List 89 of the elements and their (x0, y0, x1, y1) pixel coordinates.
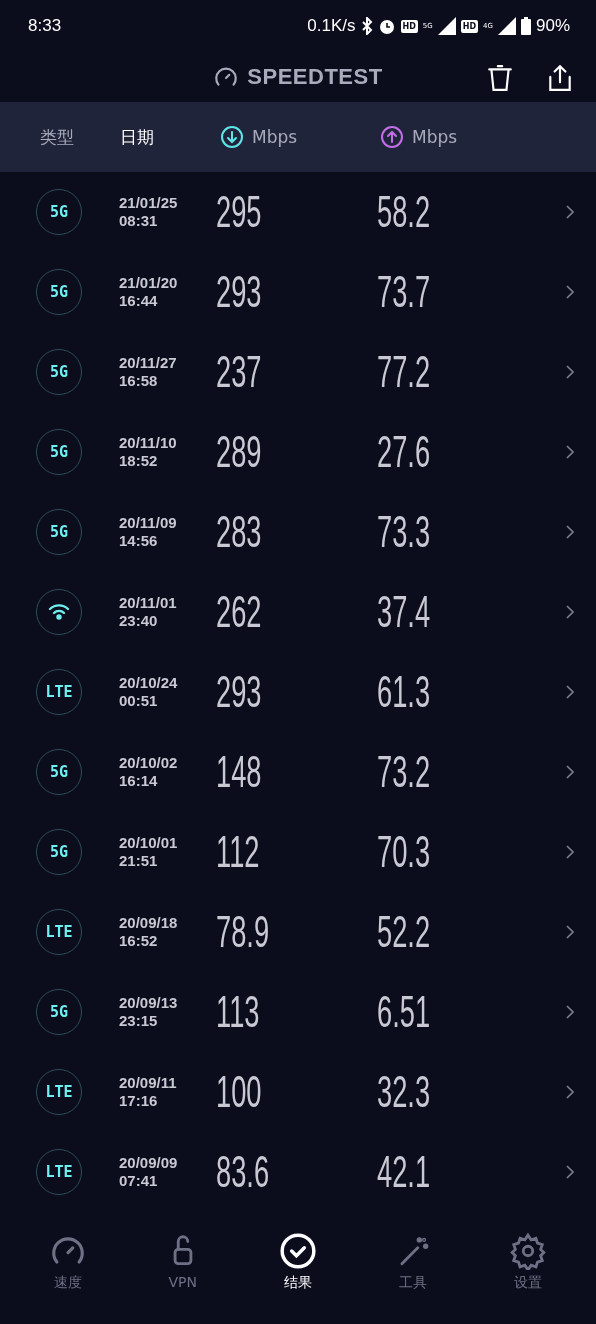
hd-badge: HD (400, 19, 418, 33)
test-time: 00:51 (119, 692, 159, 710)
test-time: 23:15 (119, 1012, 159, 1030)
test-date: 20/11/09 (119, 514, 178, 532)
upload-speed: 32.3 (377, 1067, 432, 1117)
download-speed: 293 (216, 667, 263, 717)
battery-percent: 90% (535, 16, 570, 36)
test-time: 16:52 (119, 932, 159, 950)
test-date: 20/09/09 (119, 1154, 179, 1172)
settings-icon (509, 1232, 548, 1270)
signal-icon (437, 17, 456, 35)
test-time: 23:40 (119, 612, 159, 630)
chevron-right-icon[interactable] (566, 685, 574, 699)
trash-icon[interactable] (486, 64, 514, 92)
alarm-clock-icon (377, 17, 396, 35)
download-speed: 295 (216, 187, 263, 237)
test-date: 20/11/10 (119, 434, 178, 452)
upload-speed: 61.3 (377, 667, 432, 717)
clock-time: 8:33 (28, 16, 62, 36)
test-date: 20/09/11 (119, 1074, 178, 1092)
test-time: 21:51 (119, 852, 159, 870)
download-speed: 78.9 (216, 907, 271, 957)
download-speed: 112 (216, 827, 261, 877)
upload-speed: 42.1 (377, 1147, 432, 1197)
download-speed: 293 (216, 267, 263, 317)
upload-speed: 37.4 (377, 587, 432, 637)
test-date: 20/09/18 (119, 914, 179, 932)
test-time: 16:44 (119, 292, 159, 310)
column-sort-tab[interactable]: Mbps (380, 125, 560, 149)
download-speed: 237 (216, 347, 263, 397)
download-speed: 100 (216, 1067, 263, 1117)
column-sort-tab[interactable]: Mbps (220, 125, 380, 149)
download-speed: 113 (216, 987, 261, 1037)
column-sort-tab[interactable]: 日期 (120, 125, 220, 149)
test-date: 20/10/24 (119, 674, 179, 692)
chevron-right-icon[interactable] (566, 445, 574, 459)
test-date: 20/11/27 (119, 354, 178, 372)
chevron-right-icon[interactable] (566, 1085, 574, 1099)
test-date: 21/01/20 (119, 274, 179, 292)
upload-speed: 52.2 (377, 907, 432, 957)
chevron-right-icon[interactable] (566, 205, 574, 219)
battery-icon (520, 17, 531, 35)
chevron-right-icon[interactable] (566, 765, 574, 779)
share-icon[interactable] (546, 64, 574, 92)
test-time: 16:14 (119, 772, 159, 790)
test-date: 20/11/01 (119, 594, 178, 612)
chevron-right-icon[interactable] (566, 925, 574, 939)
chevron-right-icon[interactable] (566, 1165, 574, 1179)
column-sort-tab[interactable]: 类型 (40, 125, 120, 149)
nav-tab[interactable]: 速度 (22, 1232, 113, 1324)
chevron-right-icon[interactable] (566, 1005, 574, 1019)
signal-icon (497, 17, 516, 35)
test-date: 20/10/02 (119, 754, 179, 772)
test-time: 07:41 (119, 1172, 159, 1190)
chevron-right-icon[interactable] (566, 525, 574, 539)
download-speed: 83.6 (216, 1147, 271, 1197)
test-time: 08:31 (119, 212, 159, 230)
test-time: 16:58 (119, 372, 159, 390)
chevron-right-icon[interactable] (566, 845, 574, 859)
test-date: 21/01/25 (119, 194, 179, 212)
upload-speed: 77.2 (377, 347, 432, 397)
chevron-right-icon[interactable] (566, 285, 574, 299)
upload-speed: 73.7 (377, 267, 432, 317)
nav-tab[interactable]: VPN (137, 1232, 228, 1324)
bluetooth-icon (360, 17, 373, 35)
download-speed: 262 (216, 587, 263, 637)
chevron-right-icon[interactable] (566, 605, 574, 619)
test-time: 18:52 (119, 452, 159, 470)
upload-speed: 73.2 (377, 747, 432, 797)
download-speed: 148 (216, 747, 263, 797)
chevron-right-icon[interactable] (566, 365, 574, 379)
nav-tab[interactable]: 设置 (483, 1232, 574, 1324)
nav-tab[interactable]: 结果 (252, 1232, 343, 1324)
test-date: 20/10/01 (119, 834, 179, 852)
test-time: 14:56 (119, 532, 159, 550)
download-speed: 283 (216, 507, 263, 557)
upload-speed: 73.3 (377, 507, 432, 557)
nav-tab[interactable]: 工具 (368, 1232, 459, 1324)
app-title: SPEEDTEST (247, 64, 383, 90)
hd-badge: HD (460, 19, 479, 33)
download-speed: 289 (216, 427, 263, 477)
test-date: 20/09/13 (119, 994, 179, 1012)
upload-speed: 58.2 (377, 187, 432, 237)
upload-speed: 6.51 (377, 987, 432, 1037)
network-speed: 0.1K/s (307, 16, 356, 36)
upload-speed: 27.6 (377, 427, 432, 477)
upload-speed: 70.3 (377, 827, 432, 877)
test-time: 17:16 (119, 1092, 159, 1110)
check-circle-icon (278, 1232, 317, 1270)
